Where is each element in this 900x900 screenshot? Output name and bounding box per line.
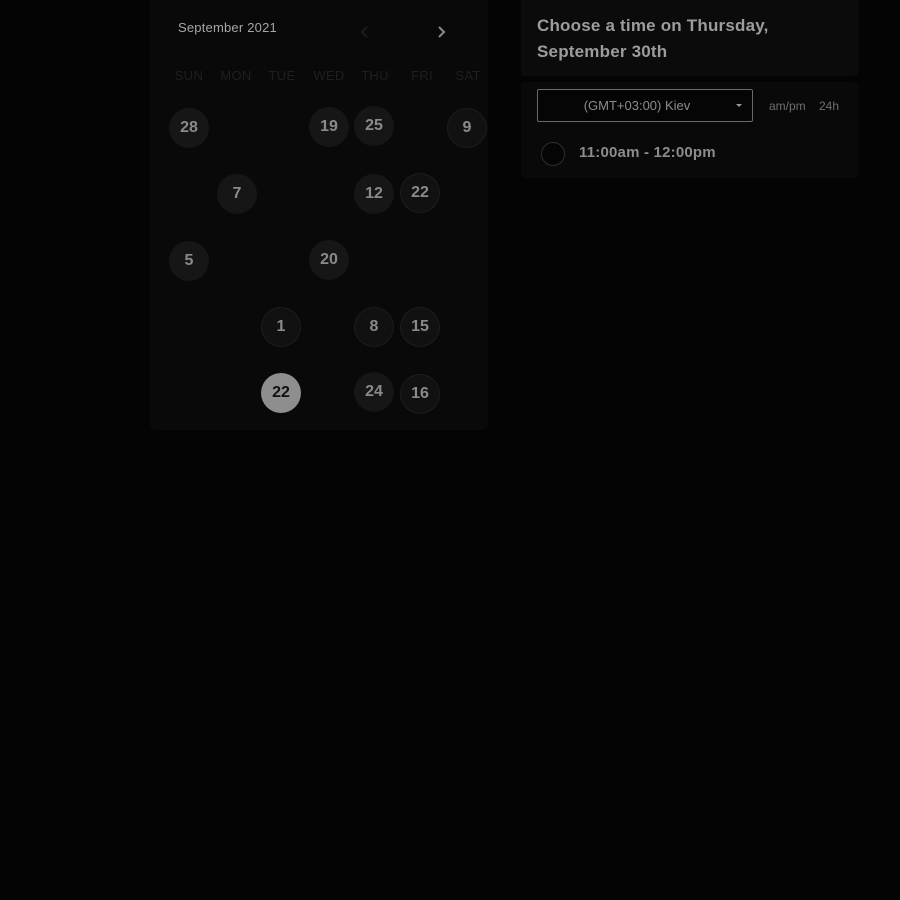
calendar-day[interactable]: 15 (400, 307, 440, 347)
caret-down-icon (736, 104, 742, 107)
format-ampm-toggle[interactable]: am/pm (769, 99, 806, 113)
time-slots-card: (GMT+03:00) Kiev am/pm 24h 11:00am - 12:… (521, 82, 859, 178)
weekday-mon: MON (220, 68, 252, 83)
time-heading: Choose a time on Thursday, September 30t… (537, 13, 837, 65)
calendar-day-selected[interactable]: 22 (261, 373, 301, 413)
calendar-day[interactable]: 28 (169, 108, 209, 148)
calendar-day[interactable]: 22 (400, 173, 440, 213)
weekday-tue: TUE (268, 68, 296, 83)
time-slot[interactable]: 11:00am - 12:00pm (541, 142, 841, 168)
time-heading-line1: Choose a time on Thursday, (537, 16, 769, 35)
format-24h-toggle[interactable]: 24h (819, 99, 839, 113)
booking-page: September 2021 SUN MON TUE WED THU FRI S… (0, 0, 900, 900)
chevron-left-icon (360, 26, 368, 38)
weekday-header: SUN MON TUE WED THU FRI SAT (166, 68, 486, 84)
time-header-card: Choose a time on Thursday, September 30t… (521, 0, 859, 76)
timezone-select[interactable]: (GMT+03:00) Kiev (537, 89, 753, 122)
calendar-day[interactable]: 25 (354, 106, 394, 146)
chevron-right-icon (438, 26, 446, 38)
weekday-fri: FRI (411, 68, 433, 83)
calendar-day[interactable]: 16 (400, 374, 440, 414)
calendar-day[interactable]: 12 (354, 174, 394, 214)
weekday-wed: WED (313, 68, 345, 83)
time-slot-label: 11:00am - 12:00pm (579, 144, 716, 161)
weekday-thu: THU (361, 68, 389, 83)
next-month-button[interactable] (428, 19, 454, 45)
calendar-day[interactable]: 9 (447, 108, 487, 148)
calendar-day[interactable]: 24 (354, 372, 394, 412)
month-title: September 2021 (178, 20, 277, 35)
calendar-day[interactable]: 1 (261, 307, 301, 347)
calendar-day[interactable]: 7 (217, 174, 257, 214)
weekday-sun: SUN (174, 68, 204, 83)
calendar-card: September 2021 SUN MON TUE WED THU FRI S… (150, 0, 488, 430)
prev-month-button[interactable] (352, 19, 378, 45)
calendar-day[interactable]: 8 (354, 307, 394, 347)
radio-icon[interactable] (541, 142, 565, 166)
timezone-value: (GMT+03:00) Kiev (583, 98, 691, 113)
weekday-sat: SAT (455, 68, 481, 83)
time-heading-line2: September 30th (537, 42, 668, 61)
calendar-day[interactable]: 20 (309, 240, 349, 280)
calendar-day[interactable]: 19 (309, 107, 349, 147)
calendar-day[interactable]: 5 (169, 241, 209, 281)
